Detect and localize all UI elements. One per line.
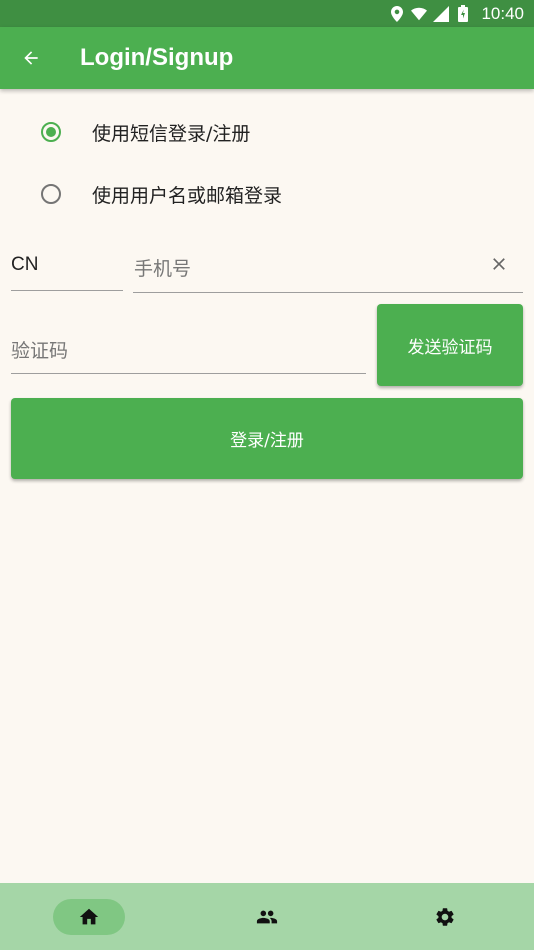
settings-icon	[436, 907, 454, 926]
radio-option-sms[interactable]: 使用短信登录/注册	[0, 101, 534, 163]
phone-placeholder: 手机号	[134, 258, 192, 280]
nav-item-settings[interactable]	[409, 899, 481, 935]
wifi-icon	[411, 6, 428, 22]
country-code-field[interactable]: CN	[11, 243, 123, 291]
people-icon	[256, 910, 278, 923]
phone-input[interactable]: 手机号	[133, 243, 523, 293]
signal-icon	[433, 5, 450, 22]
send-code-button[interactable]: 发送验证码	[377, 304, 523, 386]
page-title: Login/Signup	[80, 44, 234, 71]
battery-icon	[455, 5, 471, 22]
country-code-value: CN	[11, 254, 39, 275]
home-icon	[79, 908, 99, 924]
login-signup-button[interactable]: 登录/注册	[11, 398, 523, 479]
status-bar: 10:40	[0, 0, 534, 27]
radio-button-selected[interactable]	[41, 122, 61, 142]
clear-icon[interactable]	[489, 254, 509, 278]
nav-item-home[interactable]	[53, 898, 125, 935]
radio-option-username[interactable]: 使用用户名或邮箱登录	[0, 163, 534, 225]
location-icon	[389, 5, 405, 22]
back-button[interactable]	[0, 27, 62, 89]
radio-label-username: 使用用户名或邮箱登录	[92, 184, 283, 207]
radio-label-sms: 使用短信登录/注册	[92, 122, 251, 145]
arrow-back-icon	[24, 51, 38, 65]
bottom-nav	[0, 883, 534, 950]
radio-button-unselected[interactable]	[41, 184, 61, 204]
nav-item-people[interactable]	[231, 899, 303, 935]
verification-code-input[interactable]: 验证码	[11, 325, 366, 374]
code-placeholder: 验证码	[11, 340, 69, 362]
app-bar: Login/Signup	[0, 27, 534, 89]
status-time: 10:40	[481, 3, 524, 23]
